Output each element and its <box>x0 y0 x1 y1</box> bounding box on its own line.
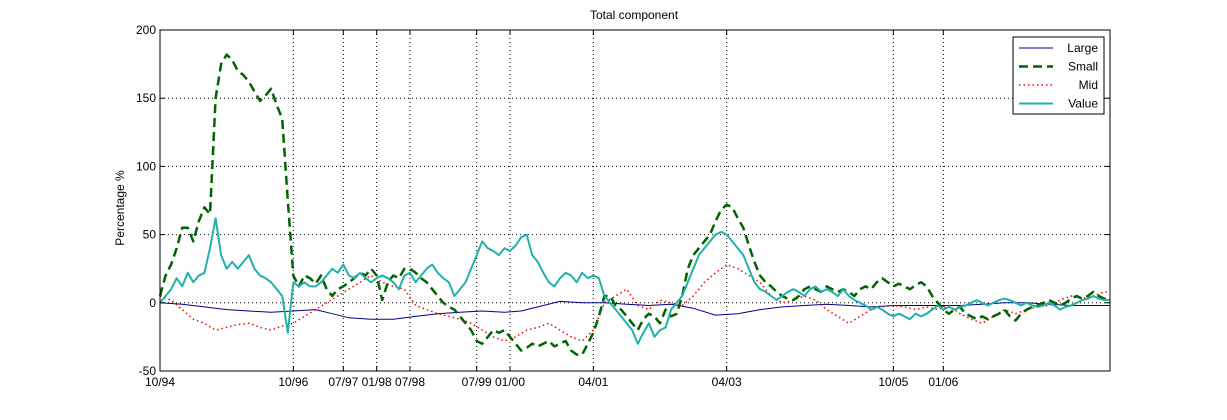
legend: Large Small Mid Value <box>1012 36 1105 115</box>
y-tick-label: 50 <box>143 228 157 242</box>
legend-label-large: Large <box>1067 41 1098 55</box>
x-tick-label: 04/01 <box>578 375 608 389</box>
line-chart: Total component Percentage % -5005010015… <box>0 0 1227 420</box>
x-tick-label: 10/94 <box>145 375 175 389</box>
legend-label-mid: Mid <box>1079 78 1098 92</box>
y-tick-label: 0 <box>149 296 156 310</box>
x-tick-label: 07/99 <box>462 375 492 389</box>
x-tick-label: 10/96 <box>278 375 308 389</box>
x-tick-label: 01/98 <box>362 375 392 389</box>
x-tick-label: 10/05 <box>878 375 908 389</box>
chart-title: Total component <box>590 8 679 22</box>
x-tick-label: 07/98 <box>395 375 425 389</box>
x-tick-label: 01/00 <box>495 375 525 389</box>
legend-label-small: Small <box>1068 60 1098 74</box>
y-tick-label: 150 <box>136 91 156 105</box>
y-axis-label: Percentage % <box>113 170 127 246</box>
x-tick-label: 01/06 <box>928 375 958 389</box>
legend-label-value: Value <box>1068 97 1098 111</box>
x-tick-label: 07/97 <box>328 375 358 389</box>
y-tick-label: 200 <box>136 23 156 37</box>
x-tick-label: 04/03 <box>712 375 742 389</box>
y-tick-label: 100 <box>136 159 156 173</box>
